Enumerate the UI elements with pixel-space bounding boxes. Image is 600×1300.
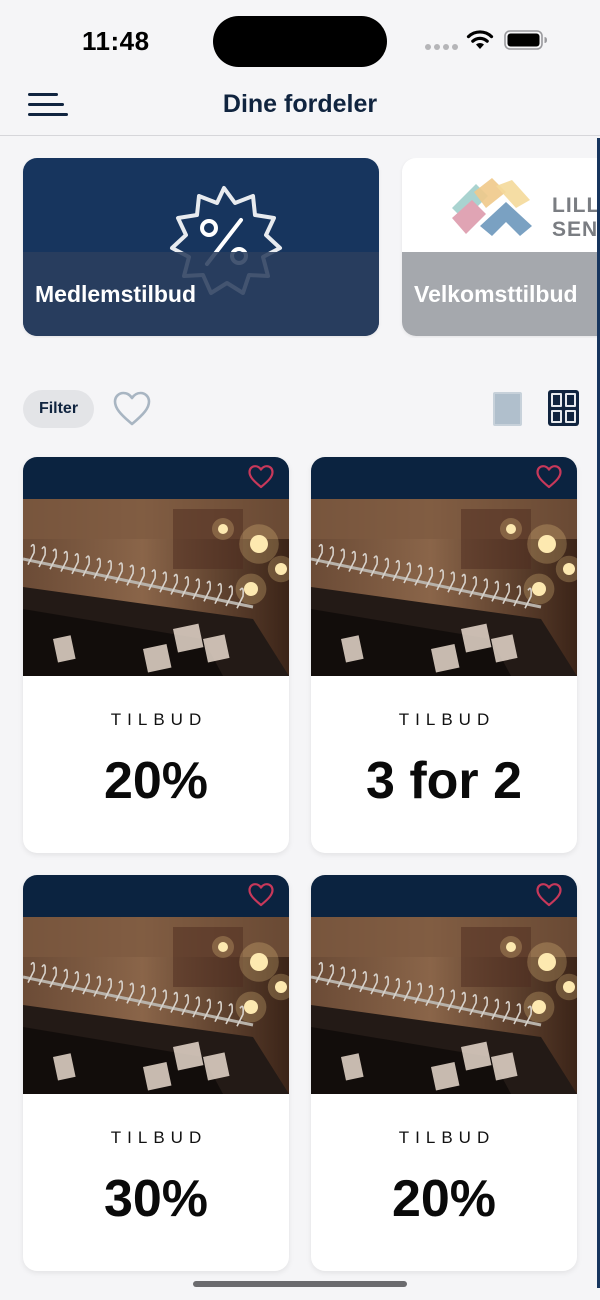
- offer-image-clothing-rack: [23, 499, 289, 676]
- navigation-bar: Dine fordeler: [0, 80, 600, 136]
- offer-kicker: TILBUD: [398, 1128, 496, 1147]
- offer-kicker: TILBUD: [110, 1128, 208, 1147]
- mall-logo-icon: [452, 178, 532, 236]
- page-title: Dine fordeler: [222, 90, 378, 118]
- status-bar: 11:48: [0, 0, 600, 80]
- heart-outline-icon[interactable]: [535, 882, 563, 908]
- filter-button[interactable]: Filter: [23, 390, 94, 428]
- category-card-welcome-offers[interactable]: LILLSENT Velkomsttilbud: [402, 158, 600, 336]
- offer-card[interactable]: TILBUD 20%: [311, 875, 577, 1271]
- heart-outline-icon[interactable]: [535, 464, 563, 490]
- offer-image-clothing-rack: [311, 499, 577, 676]
- offer-image-clothing-rack: [311, 917, 577, 1094]
- home-indicator[interactable]: [193, 1281, 407, 1287]
- offer-card[interactable]: TILBUD 30%: [23, 875, 289, 1271]
- category-card-member-offers[interactable]: Medlemstilbud: [23, 158, 379, 336]
- offer-value: 3 for 2: [365, 752, 523, 810]
- wifi-icon: [466, 30, 494, 49]
- status-time: 11:48: [82, 26, 150, 56]
- offer-image-clothing-rack: [23, 917, 289, 1094]
- grid-view-icon[interactable]: [548, 390, 579, 426]
- offer-card[interactable]: TILBUD 3 for 2: [311, 457, 577, 853]
- battery-icon: [504, 30, 547, 50]
- offer-value: 30%: [103, 1170, 209, 1228]
- category-label: Velkomsttilbud: [414, 281, 578, 307]
- heart-outline-icon[interactable]: [247, 464, 275, 490]
- dynamic-island: [213, 16, 387, 67]
- favorites-heart-icon[interactable]: [112, 390, 152, 428]
- cellular-signal-icon: [425, 44, 458, 50]
- category-carousel[interactable]: Medlemstilbud LILLSENT Velkomsttilbud: [0, 158, 600, 338]
- offer-value: 20%: [391, 1170, 497, 1228]
- offer-card[interactable]: TILBUD 20%: [23, 457, 289, 853]
- heart-outline-icon[interactable]: [247, 882, 275, 908]
- offer-value: 20%: [103, 752, 209, 810]
- offer-kicker: TILBUD: [110, 710, 208, 729]
- single-view-icon[interactable]: [493, 392, 522, 426]
- category-label: Medlemstilbud: [35, 281, 197, 307]
- mall-logo-text: LILLSENT: [552, 194, 600, 241]
- offer-kicker: TILBUD: [398, 710, 496, 729]
